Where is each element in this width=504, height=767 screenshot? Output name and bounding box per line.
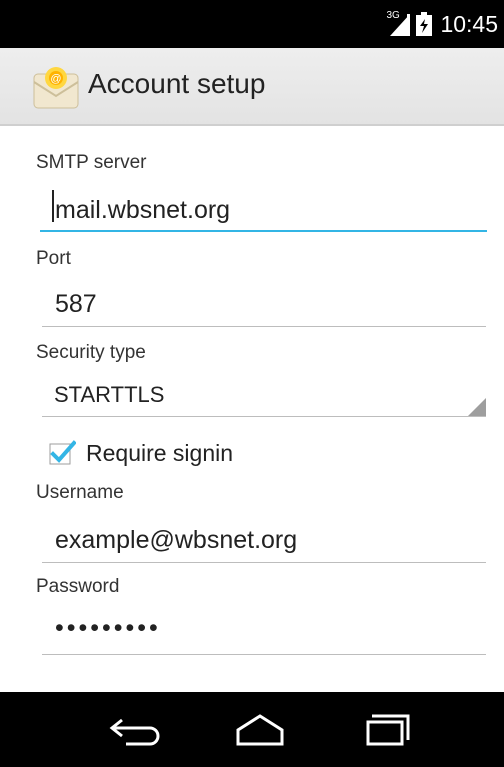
svg-text:@: @ — [50, 73, 61, 85]
port-label: Port — [36, 248, 71, 269]
require-signin-label: Require signin — [86, 440, 234, 466]
username-input[interactable]: example@wbsnet.org — [55, 526, 297, 555]
security-type-label: Security type — [36, 342, 146, 363]
back-icon[interactable] — [108, 710, 164, 748]
page-title: Account setup — [88, 68, 266, 99]
spinner-arrow-icon — [468, 398, 486, 416]
status-bar: 3G 10:45 — [0, 0, 504, 48]
email-app-icon[interactable]: @ — [32, 64, 80, 112]
password-input[interactable]: ••••••••• — [55, 614, 161, 643]
smtp-server-input[interactable]: mail.wbsnet.org — [55, 196, 230, 225]
password-label: Password — [36, 576, 120, 597]
security-type-value: STARTTLS — [54, 382, 165, 407]
username-underline — [42, 562, 486, 563]
status-icons: 3G 10:45 — [386, 10, 498, 37]
battery-icon — [416, 12, 433, 36]
network-type: 3G — [386, 10, 400, 21]
password-underline — [42, 654, 486, 655]
smtp-server-label: SMTP server — [36, 152, 147, 173]
security-type-spinner[interactable]: STARTTLS — [42, 376, 486, 418]
home-icon[interactable] — [232, 710, 288, 748]
navigation-bar — [0, 692, 504, 767]
username-label: Username — [36, 482, 124, 503]
security-type-underline — [42, 416, 486, 417]
port-underline — [42, 326, 486, 327]
require-signin-checkbox[interactable] — [48, 438, 76, 466]
smtp-server-underline — [40, 230, 487, 232]
clock: 10:45 — [440, 11, 498, 37]
text-cursor — [52, 190, 54, 222]
signal-icon: 3G — [386, 10, 412, 36]
recent-apps-icon[interactable] — [362, 710, 418, 748]
port-input[interactable]: 587 — [55, 290, 97, 319]
action-bar: @ Account setup — [0, 48, 504, 126]
